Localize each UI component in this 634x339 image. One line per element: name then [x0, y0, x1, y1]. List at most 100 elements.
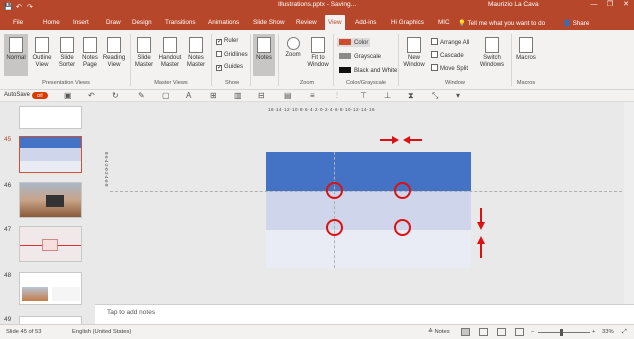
chart-icon[interactable]: ▤: [284, 91, 292, 100]
user-name[interactable]: Maurizio La Cava: [488, 1, 539, 8]
tab-draw[interactable]: Draw: [103, 15, 124, 30]
more-icon[interactable]: ▾: [456, 91, 460, 100]
cascade-button[interactable]: Cascade: [431, 51, 464, 59]
ribbon-divider: [211, 34, 212, 86]
ribbon-divider: [130, 34, 131, 86]
tab-hi-graphics[interactable]: Hi Graphics: [388, 15, 427, 30]
restore-button[interactable]: ❐: [602, 0, 618, 10]
tab-view[interactable]: View: [325, 15, 345, 30]
draw-icon[interactable]: ✎: [138, 91, 145, 100]
insert-icon[interactable]: ⊞: [210, 91, 217, 100]
notes-toggle[interactable]: ≙ Notes: [428, 329, 450, 335]
macros-button[interactable]: Macros: [515, 37, 537, 62]
autosave-toggle[interactable]: Off: [31, 92, 48, 99]
notes-icon: [257, 37, 271, 53]
magnifier-icon: [286, 37, 300, 50]
distribute-horizontal-icon[interactable]: ⧗: [408, 91, 414, 101]
cascade-icon: [431, 51, 438, 58]
slide-thumbnail-44[interactable]: [19, 106, 82, 129]
language-status[interactable]: English (United States): [72, 329, 131, 335]
zoom-out-icon[interactable]: −: [531, 329, 534, 335]
notes-button[interactable]: Notes: [253, 34, 275, 76]
slide-band-top[interactable]: [266, 152, 471, 191]
slide-thumbnail-48[interactable]: [19, 272, 82, 305]
tab-slide-show[interactable]: Slide Show: [250, 15, 288, 30]
align-icon[interactable]: ≡: [310, 91, 315, 100]
shape-icon[interactable]: ▢: [162, 91, 170, 100]
normal-view-icon[interactable]: [461, 328, 470, 336]
fit-to-window-button[interactable]: Fit to Window: [305, 37, 331, 69]
slide-band-middle[interactable]: [266, 191, 471, 230]
group-label-macros: Macros: [516, 80, 536, 86]
vertical-guide[interactable]: [334, 152, 335, 268]
black-and-white-button[interactable]: Black and White: [339, 67, 397, 74]
red-circle-annotation: [394, 182, 411, 199]
share-button[interactable]: 👤 Share: [563, 19, 589, 27]
align-top-icon[interactable]: ⊤: [360, 91, 367, 100]
slide-show-icon[interactable]: [515, 328, 524, 336]
slide-thumbnail-46[interactable]: [19, 182, 82, 218]
picture-icon[interactable]: ▥: [234, 91, 242, 100]
slide-sorter-button[interactable]: Slide Sorter: [56, 37, 78, 69]
tab-insert[interactable]: Insert: [70, 15, 92, 30]
slide-thumbnail-49[interactable]: [19, 316, 82, 324]
vertical-scrollbar[interactable]: [624, 102, 634, 304]
zoom-level[interactable]: 33%: [602, 329, 614, 335]
slide-sorter-icon[interactable]: [479, 328, 488, 336]
thumb-image: [52, 287, 80, 301]
slide-band-bottom[interactable]: [266, 230, 471, 268]
save-icon[interactable]: ▣: [64, 91, 72, 100]
grayscale-swatch: [339, 53, 351, 59]
align-middle-icon[interactable]: ⊥: [384, 91, 391, 100]
zoom-slider-thumb[interactable]: [560, 329, 563, 336]
tab-file[interactable]: File: [10, 15, 26, 30]
tab-home[interactable]: Home: [40, 15, 63, 30]
table-icon[interactable]: ⊟: [258, 91, 265, 100]
tab-mic[interactable]: MIC: [435, 15, 453, 30]
notes-master-button[interactable]: Notes Master: [185, 37, 207, 69]
reading-view-icon[interactable]: [497, 328, 506, 336]
distribute-icon[interactable]: ⫶: [336, 91, 338, 101]
outline-view-button[interactable]: Outline View: [30, 37, 54, 69]
tab-animations[interactable]: Animations: [205, 15, 242, 30]
normal-view-button[interactable]: Normal: [4, 34, 28, 76]
autosave[interactable]: AutoSave Off: [4, 92, 48, 99]
notes-pane[interactable]: Tap to add notes: [95, 304, 634, 324]
grayscale-button[interactable]: Grayscale: [339, 53, 381, 60]
notes-page-button[interactable]: Notes Page: [80, 37, 100, 69]
move-split-button[interactable]: Move Split: [431, 64, 468, 72]
undo-icon[interactable]: ↶: [88, 91, 95, 100]
tab-review[interactable]: Review: [293, 15, 320, 30]
ruler-checkbox[interactable]: Ruler: [216, 38, 238, 45]
tab-add-ins[interactable]: Add-ins: [352, 15, 379, 30]
reading-view-button[interactable]: Reading View: [102, 37, 126, 69]
fit-icon[interactable]: ⤡: [432, 91, 438, 101]
tell-me-search[interactable]: 💡 Tell me what you want to do: [458, 19, 545, 27]
tab-design[interactable]: Design: [129, 15, 155, 30]
group-label-window: Window: [445, 80, 465, 86]
fit-slide-icon[interactable]: ⤢: [622, 329, 627, 336]
arrows-inward-vertical-icon: [477, 208, 485, 258]
slide-thumbnail-47[interactable]: [19, 226, 82, 262]
guides-checkbox[interactable]: Guides: [216, 64, 243, 71]
gridlines-checkbox[interactable]: Gridlines: [216, 51, 248, 58]
slide-thumbnail-45[interactable]: [19, 136, 82, 173]
arrange-all-button[interactable]: Arrange All: [431, 38, 469, 46]
new-window-button[interactable]: New Window: [402, 37, 426, 69]
redo-icon[interactable]: ↻: [112, 91, 119, 100]
handout-master-button[interactable]: Handout Master: [157, 37, 183, 69]
switch-windows-button[interactable]: Switch Windows: [477, 37, 507, 69]
reading-view-icon: [107, 37, 121, 53]
horizontal-guide[interactable]: [110, 191, 622, 192]
ribbon: Normal Outline View Slide Sorter Notes P…: [0, 30, 634, 90]
tab-transitions[interactable]: Transitions: [162, 15, 199, 30]
zoom-slider[interactable]: [538, 332, 590, 333]
minimize-button[interactable]: —: [586, 0, 602, 10]
color-button[interactable]: Color: [337, 38, 371, 47]
close-button[interactable]: ✕: [618, 0, 634, 10]
zoom-button[interactable]: Zoom: [282, 37, 304, 59]
zoom-in-icon[interactable]: +: [592, 329, 595, 335]
text-icon[interactable]: A: [186, 91, 191, 100]
slide-master-button[interactable]: Slide Master: [133, 37, 155, 69]
color-swatch: [339, 39, 351, 45]
